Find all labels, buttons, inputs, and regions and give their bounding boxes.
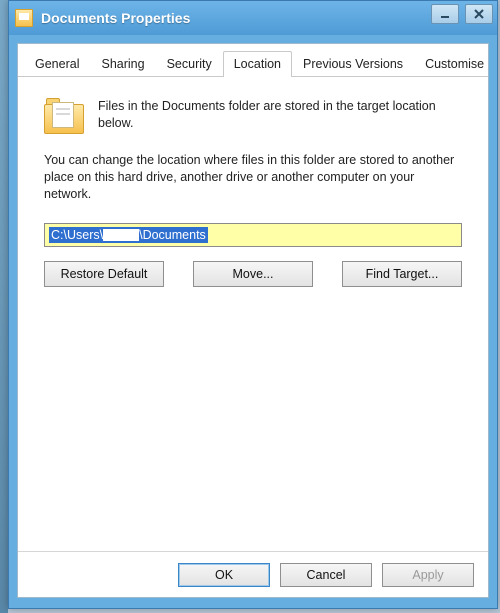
path-selection: C:\Users\ \Documents (49, 227, 208, 243)
tab-security[interactable]: Security (156, 51, 223, 77)
window-controls (431, 4, 493, 24)
tab-general[interactable]: General (24, 51, 90, 77)
move-button[interactable]: Move... (193, 261, 313, 287)
tab-sharing[interactable]: Sharing (90, 51, 155, 77)
close-button[interactable] (465, 4, 493, 24)
folder-icon (15, 9, 33, 27)
close-icon (474, 9, 484, 19)
tab-strip: General Sharing Security Location Previo… (18, 44, 488, 77)
dialog-footer: OK Cancel Apply (18, 551, 488, 597)
description-text: You can change the location where files … (44, 152, 462, 203)
cancel-button[interactable]: Cancel (280, 563, 372, 587)
path-redacted (103, 229, 139, 241)
background-edge (0, 0, 8, 613)
window-title: Documents Properties (41, 10, 190, 26)
title-bar: Documents Properties (9, 1, 497, 35)
tab-panel-location: Files in the Documents folder are stored… (26, 80, 480, 549)
path-prefix: C:\Users\ (51, 228, 103, 242)
properties-dialog: Documents Properties General Sharing Sec… (8, 0, 498, 609)
minimize-button[interactable] (431, 4, 459, 24)
minimize-icon (440, 9, 450, 19)
intro-row: Files in the Documents folder are stored… (44, 98, 462, 134)
ok-button[interactable]: OK (178, 563, 270, 587)
find-target-button[interactable]: Find Target... (342, 261, 462, 287)
tab-previous-versions[interactable]: Previous Versions (292, 51, 414, 77)
apply-button: Apply (382, 563, 474, 587)
location-path-input[interactable]: C:\Users\ \Documents (44, 223, 462, 247)
tab-location[interactable]: Location (223, 51, 292, 77)
tab-customise[interactable]: Customise (414, 51, 495, 77)
intro-text: Files in the Documents folder are stored… (98, 98, 462, 134)
location-button-row: Restore Default Move... Find Target... (44, 261, 462, 287)
restore-default-button[interactable]: Restore Default (44, 261, 164, 287)
content-frame: General Sharing Security Location Previo… (17, 43, 489, 598)
documents-folder-icon (44, 98, 84, 134)
path-suffix: \Documents (139, 228, 206, 242)
